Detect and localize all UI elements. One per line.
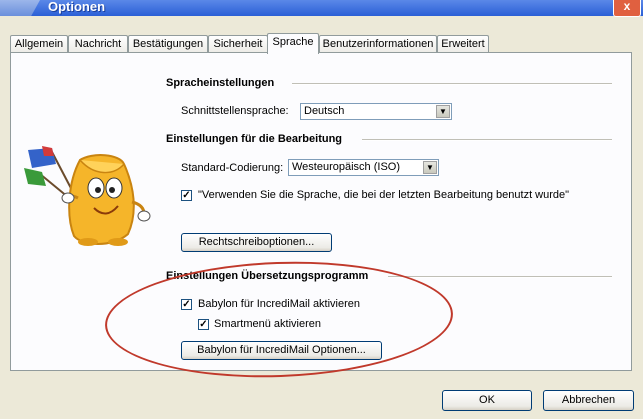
chevron-down-icon[interactable]: ▼	[436, 105, 450, 118]
tab-erweitert[interactable]: Erweitert	[437, 35, 489, 53]
editing-section-title: Einstellungen für die Bearbeitung	[166, 133, 343, 145]
use-last-language-checkbox[interactable]: ✓	[181, 190, 192, 201]
translation-section-divider	[388, 276, 612, 278]
cancel-button[interactable]: Abbrechen	[543, 390, 634, 411]
language-section-title: Spracheinstellungen	[166, 77, 275, 89]
interface-language-select[interactable]: Deutsch ▼	[300, 103, 452, 120]
tab-sprache[interactable]: Sprache	[267, 33, 319, 54]
interface-language-value: Deutsch	[304, 105, 345, 117]
tab-sicherheit[interactable]: Sicherheit	[208, 35, 268, 53]
app-icon	[0, 0, 40, 16]
use-last-language-label: "Verwenden Sie die Sprache, die bei der …	[198, 189, 570, 201]
title-bar: Optionen x	[0, 0, 643, 17]
editing-section-divider	[362, 139, 612, 141]
tab-nachricht[interactable]: Nachricht	[68, 35, 128, 53]
encoding-value: Westeuropäisch (ISO)	[292, 161, 401, 173]
window-title: Optionen	[48, 0, 106, 14]
language-section-divider	[292, 83, 612, 85]
encoding-select[interactable]: Westeuropäisch (ISO) ▼	[288, 159, 439, 176]
ok-button[interactable]: OK	[442, 390, 532, 411]
tab-bestaetigungen[interactable]: Bestätigungen	[128, 35, 208, 53]
spellcheck-options-button[interactable]: Rechtschreiboptionen...	[181, 233, 332, 252]
interface-language-label: Schnittstellensprache:	[181, 105, 289, 117]
tab-allgemein[interactable]: Allgemein	[10, 35, 68, 53]
tab-benutzerinformationen[interactable]: Benutzerinformationen	[319, 35, 437, 53]
encoding-label: Standard-Codierung:	[181, 162, 284, 174]
chevron-down-icon[interactable]: ▼	[423, 161, 437, 174]
mascot-envelope-icon	[24, 146, 151, 246]
close-window-button[interactable]: x	[613, 0, 641, 17]
